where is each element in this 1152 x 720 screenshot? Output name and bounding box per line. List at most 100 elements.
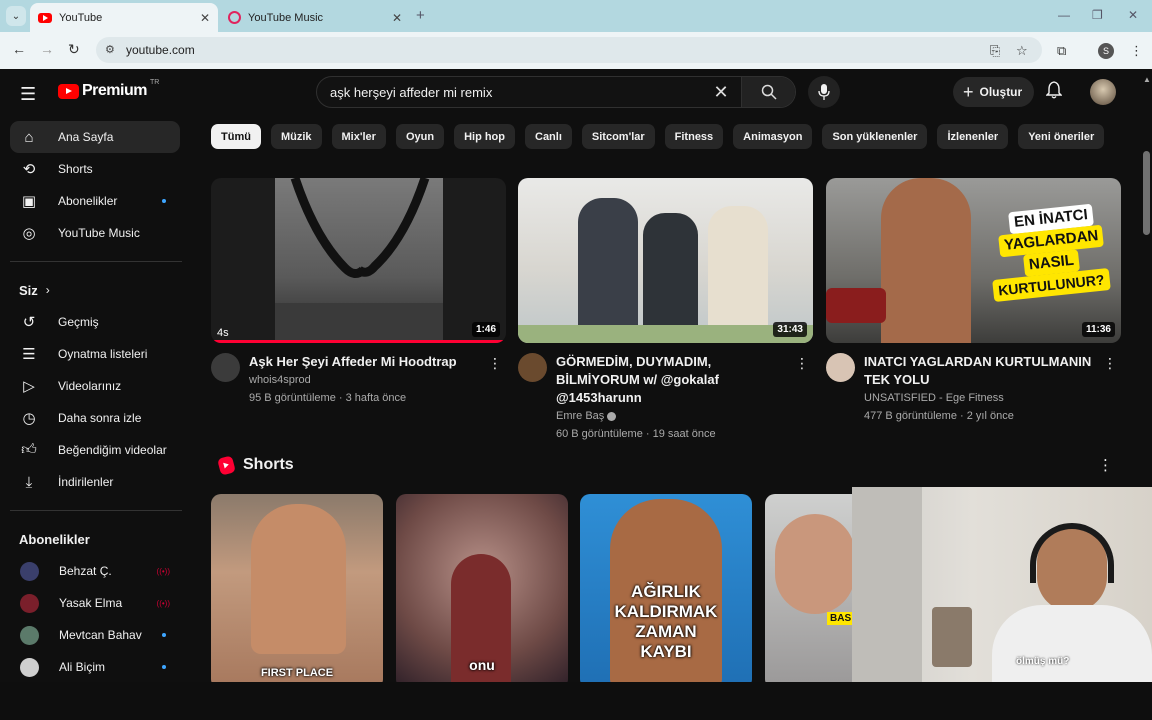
restore-icon[interactable]: ❐: [1092, 8, 1103, 22]
video-thumbnail[interactable]: EN İNATCI YAGLARDAN NASIL KURTULUNUR? 11…: [826, 178, 1121, 343]
channel-avatar[interactable]: [518, 353, 547, 382]
video-title[interactable]: INATCI YAGLARDAN KURTULMANIN TEK YOLU: [864, 353, 1101, 389]
sidebar-subscriptions-heading: Abonelikler: [19, 531, 90, 547]
chip-recently-uploaded[interactable]: Son yüklenenler: [822, 124, 928, 149]
sidebar-subscription-item[interactable]: Behzat Ç. ((•)): [10, 555, 180, 587]
sidebar-you-heading[interactable]: Siz ›: [10, 274, 180, 306]
channel-name[interactable]: Emre Baş: [556, 407, 793, 425]
chip-sitcoms[interactable]: Sitcom'lar: [581, 124, 655, 149]
close-window-icon[interactable]: ✕: [1128, 8, 1138, 22]
headphones-icon: [1030, 523, 1114, 583]
video-card[interactable]: 31:43 GÖRMEDİM, DUYMADIM, BİLMİYORUM w/ …: [518, 178, 813, 443]
video-title[interactable]: Aşk Her Şeyi Affeder Mi Hoodtrap: [249, 353, 486, 371]
subscriptions-icon: ▣: [21, 193, 37, 210]
address-bar[interactable]: ⚙ youtube.com: [96, 37, 1042, 63]
browser-tab-youtube-music[interactable]: YouTube Music ✕: [220, 3, 410, 32]
chip-all[interactable]: Tümü: [211, 124, 261, 149]
taskbar-area: [0, 682, 1152, 720]
sidebar-subscription-item[interactable]: Mevtcan Bahav: [10, 619, 180, 651]
back-icon[interactable]: ←: [12, 41, 26, 57]
chip-hip-hop[interactable]: Hip hop: [454, 124, 515, 149]
search-input[interactable]: aşk herşeyi affeder mi remix: [317, 85, 701, 100]
short-card[interactable]: onu: [396, 494, 568, 682]
scroll-up-arrow-icon[interactable]: ▲: [1143, 75, 1151, 84]
browser-tab-youtube[interactable]: YouTube ✕: [30, 3, 218, 32]
browser-menu-icon[interactable]: ⋮: [1130, 43, 1143, 59]
install-app-icon[interactable]: ⎘: [990, 43, 1000, 59]
live-icon: ((•)): [156, 598, 170, 608]
thumbnail-person: [643, 213, 698, 338]
guide-menu-icon[interactable]: ☰: [20, 84, 36, 105]
channel-name[interactable]: whois4sprod: [249, 371, 486, 389]
video-thumbnail[interactable]: 31:43: [518, 178, 813, 343]
video-card[interactable]: EN İNATCI YAGLARDAN NASIL KURTULUNUR? 11…: [826, 178, 1121, 425]
browser-profile-avatar[interactable]: S: [1098, 43, 1114, 59]
close-tab-icon[interactable]: ✕: [200, 11, 210, 25]
chip-fitness[interactable]: Fitness: [664, 124, 724, 149]
channel-avatar: [20, 625, 39, 645]
more-options-icon[interactable]: ⋮: [1103, 355, 1117, 372]
sidebar-item-youtube-music[interactable]: ◎ YouTube Music: [10, 217, 180, 249]
chip-music[interactable]: Müzik: [270, 124, 322, 149]
chip-watched[interactable]: İzlenenler: [937, 124, 1009, 149]
youtube-premium-logo[interactable]: Premium TR: [58, 79, 159, 100]
notifications-bell-icon[interactable]: [1045, 81, 1063, 104]
scrollbar-thumb[interactable]: [1143, 151, 1150, 235]
voice-search-button[interactable]: [808, 76, 840, 108]
sidebar-subscription-item[interactable]: Ali Biçim: [10, 651, 180, 682]
chip-live[interactable]: Canlı: [525, 124, 572, 149]
live-icon: ((•)): [156, 566, 170, 576]
video-card[interactable]: 4s 1:46 Aşk Her Şeyi Affeder Mi Hoodtrap…: [211, 178, 506, 407]
more-options-icon[interactable]: ⋮: [488, 355, 502, 372]
chip-animation[interactable]: Animasyon: [733, 124, 813, 149]
youtube-favicon-icon: [38, 12, 52, 23]
forward-icon[interactable]: →: [40, 41, 54, 57]
sidebar-item-subscriptions[interactable]: ▣ Abonelikler: [10, 185, 180, 217]
close-tab-icon[interactable]: ✕: [392, 11, 402, 25]
channel-avatar[interactable]: [826, 353, 855, 382]
sidebar-item-downloads[interactable]: ⤓ İndirilenler: [10, 466, 180, 498]
channel-avatar[interactable]: [211, 353, 240, 382]
new-tab-icon[interactable]: +: [416, 7, 425, 24]
thumbnail-table: [518, 325, 813, 343]
create-button[interactable]: + Oluştur: [953, 77, 1035, 107]
sidebar-item-shorts[interactable]: ⟲ Shorts: [10, 153, 180, 185]
sidebar-item-label: Daha sonra izle: [58, 411, 142, 425]
caption-line: ZAMAN: [635, 622, 697, 641]
sidebar-item-label: Videolarınız: [58, 379, 122, 393]
sidebar-item-label: Ana Sayfa: [58, 130, 114, 144]
account-avatar[interactable]: [1090, 79, 1116, 105]
sidebar-item-label: Shorts: [58, 162, 93, 176]
chip-mixes[interactable]: Mix'ler: [331, 124, 386, 149]
tab-search-dropdown-icon[interactable]: ⌄: [6, 6, 26, 26]
search-box[interactable]: aşk herşeyi affeder mi remix ✕: [316, 76, 796, 108]
chip-gaming[interactable]: Oyun: [395, 124, 445, 149]
more-options-icon[interactable]: ⋮: [1098, 456, 1113, 474]
video-stats: 95 B görüntüleme · 3 hafta önce: [249, 392, 407, 404]
new-content-dot: [162, 633, 166, 637]
clear-search-icon[interactable]: ✕: [701, 82, 741, 103]
sidebar-item-history[interactable]: ↺ Geçmiş: [10, 306, 180, 338]
short-caption: AĞIRLIK KALDIRMAK ZAMAN KAYBI: [580, 582, 752, 662]
sidebar-item-watch-later[interactable]: ◷ Daha sonra izle: [10, 402, 180, 434]
extensions-icon[interactable]: ⧉: [1057, 43, 1066, 59]
sidebar-item-playlists[interactable]: ☰ Oynatma listeleri: [10, 338, 180, 370]
video-thumbnail[interactable]: 4s 1:46: [211, 178, 506, 343]
minimize-icon[interactable]: —: [1058, 8, 1070, 22]
search-button[interactable]: [741, 77, 795, 107]
sidebar-item-home[interactable]: ⌂ Ana Sayfa: [10, 121, 180, 153]
downloads-icon: ⤓: [25, 473, 33, 491]
short-card[interactable]: AĞIRLIK KALDIRMAK ZAMAN KAYBI: [580, 494, 752, 682]
reload-icon[interactable]: ↻: [68, 41, 80, 58]
sidebar-subscription-item[interactable]: Yasak Elma ((•)): [10, 587, 180, 619]
more-options-icon[interactable]: ⋮: [795, 355, 809, 372]
bookmark-star-icon[interactable]: ☆: [1016, 43, 1028, 59]
video-title[interactable]: GÖRMEDİM, DUYMADIM, BİLMİYORUM w/ @gokal…: [556, 353, 793, 407]
short-card[interactable]: FIRST PLACE: [211, 494, 383, 682]
channel-name[interactable]: UNSATISFIED - Ege Fitness: [864, 389, 1101, 407]
sidebar-item-liked-videos[interactable]: 👍︎ Beğendiğim videolar: [10, 434, 180, 466]
sidebar-item-your-videos[interactable]: ▷ Videolarınız: [10, 370, 180, 402]
sidebar-divider: [10, 510, 182, 511]
chip-new-to-you[interactable]: Yeni öneriler: [1018, 124, 1105, 149]
site-info-icon[interactable]: ⚙: [105, 43, 115, 56]
